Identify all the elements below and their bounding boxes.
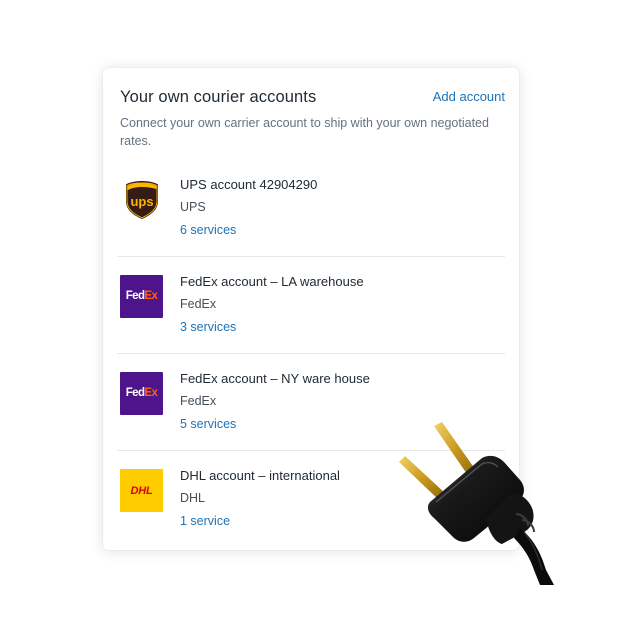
account-name: UPS account 42904290 [180, 177, 318, 192]
account-services-link[interactable]: 5 services [180, 417, 236, 431]
account-carrier: DHL [180, 491, 206, 505]
account-services-link[interactable]: 6 services [180, 223, 236, 237]
fedex-logo-text: FedEx [125, 289, 158, 302]
account-services-link[interactable]: 1 service [180, 514, 230, 528]
account-name: DHL account – international [180, 468, 340, 483]
card-header: Your own courier accounts Add account [120, 88, 505, 112]
account-name: FedEx account – NY ware house [180, 371, 370, 386]
account-row-ups: ups UPS account 42904290 UPS 6 services [117, 160, 505, 257]
add-account-link[interactable]: Add account [433, 89, 505, 104]
fedex-logo: FedEx [120, 275, 163, 318]
svg-text:ups: ups [130, 194, 153, 209]
account-row-fedex-la: FedEx FedEx account – LA warehouse FedEx… [117, 257, 505, 354]
account-services-link[interactable]: 3 services [180, 320, 236, 334]
account-carrier: FedEx [180, 297, 217, 311]
card-title: Your own courier accounts [120, 88, 317, 106]
ups-shield-icon: ups [125, 180, 158, 219]
account-carrier: UPS [180, 200, 206, 214]
fedex-logo: FedEx [120, 372, 163, 415]
dhl-logo-text: DHL [130, 484, 153, 497]
dhl-logo: DHL [120, 469, 163, 512]
fedex-logo-text: FedEx [125, 386, 158, 399]
power-plug-icon [399, 422, 554, 585]
card-description: Connect your own carrier account to ship… [120, 116, 489, 148]
ups-logo: ups [120, 178, 163, 221]
account-carrier: FedEx [180, 394, 217, 408]
account-name: FedEx account – LA warehouse [180, 274, 364, 289]
